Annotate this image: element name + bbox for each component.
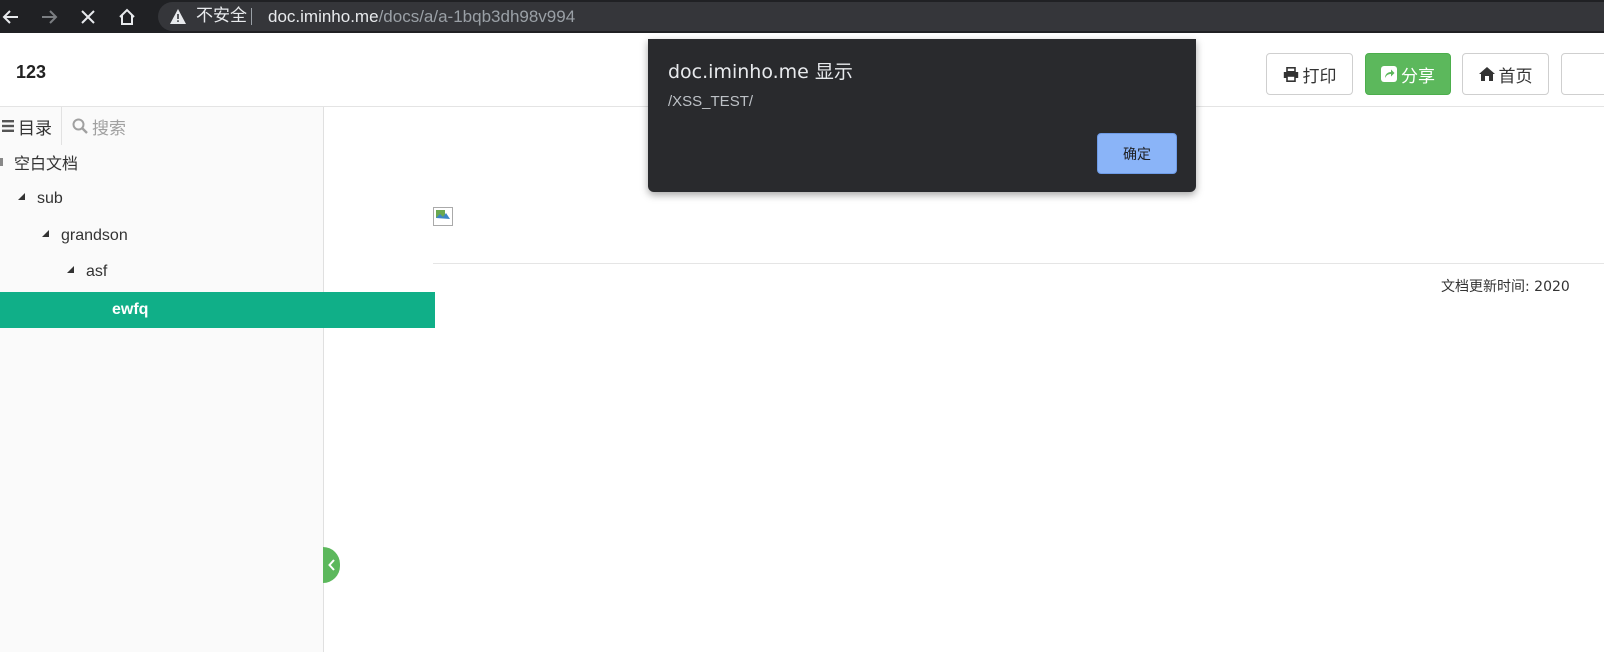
- expanded-caret-icon[interactable]: [67, 265, 74, 273]
- tree-item-label: grandson: [61, 227, 128, 244]
- close-icon: [81, 9, 95, 24]
- back-arrow-icon: [2, 9, 18, 24]
- home-nav-button[interactable]: [112, 0, 142, 33]
- print-icon: [1283, 66, 1298, 82]
- tree-item-blank-doc[interactable]: 空白文档: [0, 144, 323, 180]
- tab-search[interactable]: 搜索: [62, 107, 323, 145]
- url-path: /docs/a/a-1bqb3dh98v994: [378, 7, 576, 26]
- search-icon: [72, 118, 88, 134]
- tree-item-label: 空白文档: [14, 156, 79, 173]
- alert-ok-button[interactable]: 确定: [1097, 133, 1177, 174]
- tree-item-label: ewfq: [112, 301, 149, 318]
- home-button[interactable]: 首页: [1462, 53, 1549, 95]
- tree-item-grandson[interactable]: grandson: [0, 218, 365, 254]
- home-icon: [119, 8, 135, 25]
- broken-image-icon: [433, 207, 453, 226]
- tab-catalog-label: 目录: [18, 118, 52, 139]
- alert-title: doc.iminho.me 显示: [668, 61, 853, 83]
- stop-loading-button[interactable]: [73, 0, 103, 33]
- more-button[interactable]: [1561, 53, 1604, 95]
- expanded-caret-icon[interactable]: [42, 229, 49, 237]
- tree-node-marker: [0, 158, 3, 166]
- doc-title: 123: [16, 62, 47, 82]
- sidebar: 目录 搜索 空白文档 sub grandson asf ewfq: [0, 107, 435, 652]
- tree-item-sub[interactable]: sub: [0, 181, 341, 217]
- print-button[interactable]: 打印: [1266, 53, 1353, 95]
- share-label: 分享: [1401, 66, 1435, 87]
- tree-item-label: asf: [86, 263, 108, 280]
- home-icon: [1478, 67, 1495, 81]
- warning-icon[interactable]: [170, 9, 186, 24]
- address-bar[interactable]: 不安全 doc.iminho.me/docs/a/a-1bqb3dh98v994: [158, 2, 1604, 31]
- chevron-left-icon: [327, 559, 335, 571]
- doc-update-time: 文档更新时间: 2020: [1441, 279, 1570, 295]
- share-icon: [1381, 66, 1397, 82]
- browser-toolbar: 不安全 doc.iminho.me/docs/a/a-1bqb3dh98v994: [0, 0, 1604, 33]
- home-label: 首页: [1498, 66, 1533, 87]
- alert-message: /XSS_TEST/: [668, 93, 754, 110]
- tree-item-asf[interactable]: asf: [0, 254, 390, 290]
- list-icon: [2, 120, 14, 132]
- omnibox-divider: [251, 8, 252, 25]
- share-button[interactable]: 分享: [1365, 53, 1451, 95]
- tree-item-label: sub: [37, 190, 63, 207]
- url-text[interactable]: doc.iminho.me/docs/a/a-1bqb3dh98v994: [268, 7, 575, 26]
- print-label: 打印: [1302, 66, 1337, 87]
- content-divider: [433, 263, 1604, 264]
- insecure-label[interactable]: 不安全: [196, 7, 247, 26]
- sidebar-tabs: 目录 搜索: [0, 107, 323, 145]
- expanded-caret-icon[interactable]: [18, 192, 25, 200]
- forward-button[interactable]: [34, 0, 64, 33]
- forward-arrow-icon: [42, 9, 58, 24]
- sidebar-collapse-button[interactable]: [323, 547, 340, 583]
- back-button[interactable]: [0, 0, 26, 33]
- search-label: 搜索: [92, 118, 126, 139]
- alert-dialog: doc.iminho.me 显示 /XSS_TEST/ 确定: [648, 39, 1196, 192]
- tab-catalog[interactable]: 目录: [0, 107, 62, 145]
- tree-item-ewfq[interactable]: ewfq: [0, 292, 435, 328]
- url-host: doc.iminho.me: [268, 7, 379, 26]
